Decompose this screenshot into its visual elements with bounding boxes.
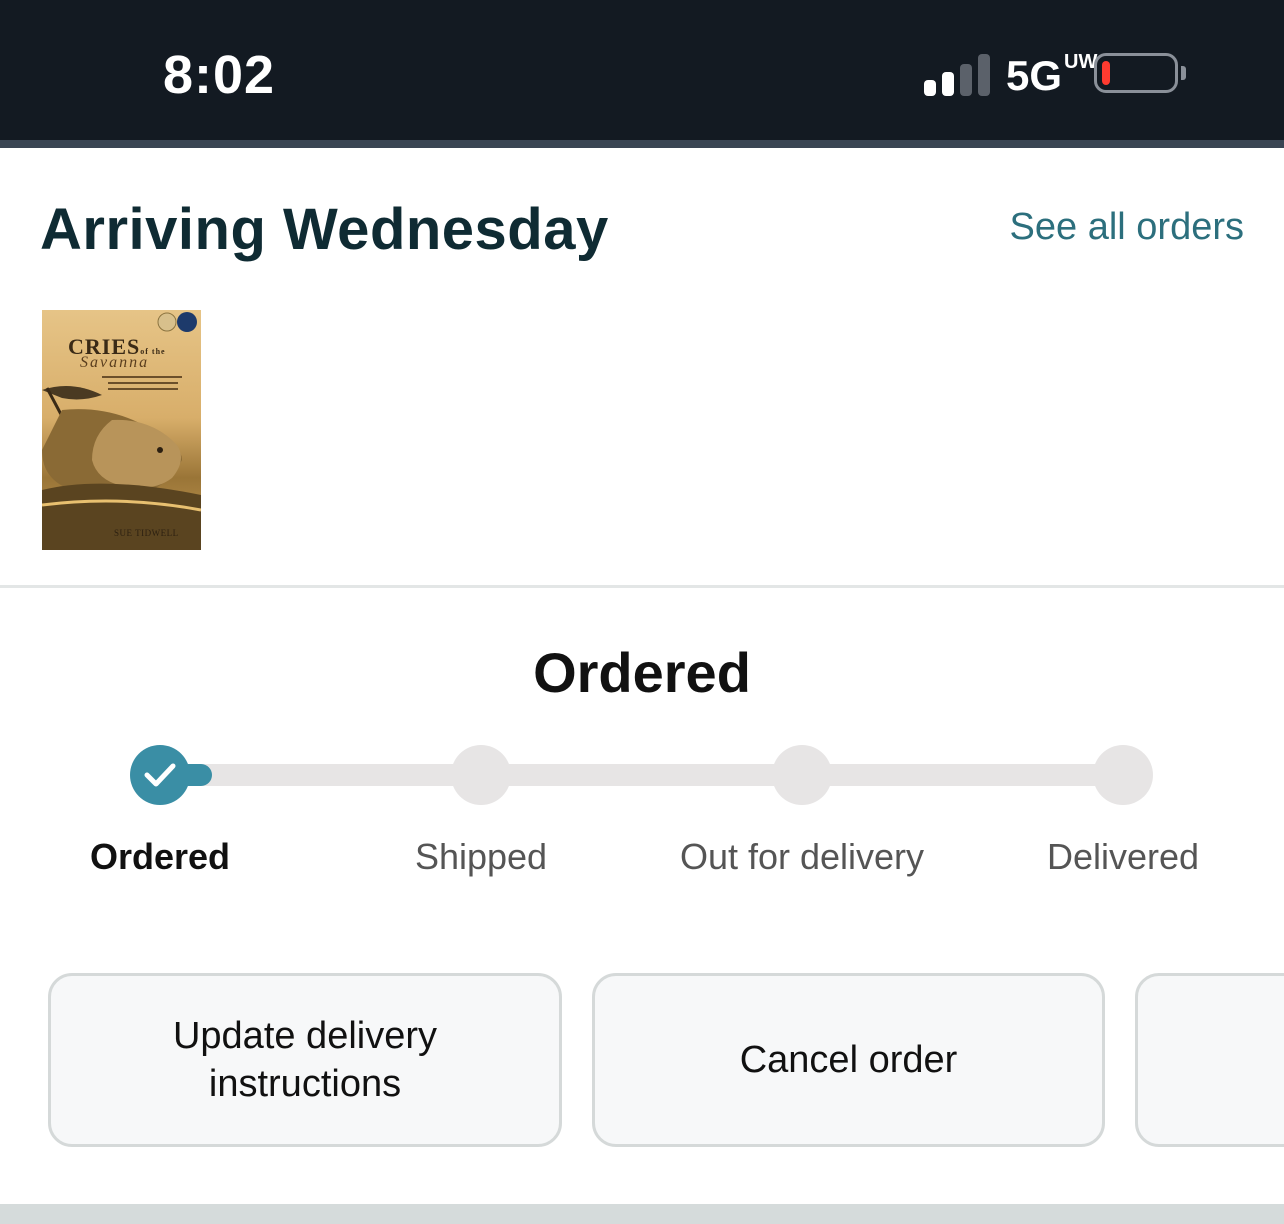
- bottom-section-edge: [0, 1204, 1284, 1224]
- signal-strength-icon: [924, 54, 990, 96]
- step-label-ordered: Ordered: [89, 836, 231, 877]
- update-delivery-label: Update delivery instructions: [172, 1015, 438, 1105]
- step-label-out-for-delivery: Out for delivery: [679, 836, 925, 877]
- delivery-heading: Arriving Wednesday: [40, 197, 609, 262]
- network-subtype: UW: [1064, 51, 1098, 73]
- step-ordered-dot: [130, 745, 190, 805]
- product-image[interactable]: CRIESof the Savanna SUE TIDWELL: [42, 310, 201, 550]
- step-out-for-delivery-dot: [772, 745, 832, 805]
- step-label-shipped: Shipped: [414, 836, 548, 877]
- status-underline: [0, 140, 1284, 148]
- network-indicator: 5G UW: [1006, 51, 1098, 100]
- book-author: SUE TIDWELL: [114, 528, 179, 538]
- step-shipped-dot: [451, 745, 511, 805]
- see-all-orders-link[interactable]: See all orders: [1010, 206, 1244, 249]
- battery-icon: [1094, 53, 1178, 93]
- step-label-delivered: Delivered: [1046, 836, 1200, 877]
- more-actions-button[interactable]: [1135, 973, 1284, 1147]
- checkmark-icon: [144, 763, 176, 787]
- cancel-order-button[interactable]: Cancel order: [592, 973, 1105, 1147]
- battery-cap: [1181, 66, 1186, 80]
- status-time: 8:02: [163, 45, 276, 105]
- network-type: 5G: [1006, 52, 1063, 99]
- section-divider: [0, 585, 1284, 588]
- cancel-order-label: Cancel order: [739, 1039, 958, 1081]
- battery-level: [1102, 61, 1110, 85]
- step-delivered-dot: [1093, 745, 1153, 805]
- book-subtitle: Savanna: [80, 354, 150, 371]
- update-delivery-instructions-button[interactable]: Update delivery instructions: [48, 973, 562, 1147]
- current-status-title: Ordered: [533, 641, 751, 704]
- progress-track: [160, 764, 1123, 786]
